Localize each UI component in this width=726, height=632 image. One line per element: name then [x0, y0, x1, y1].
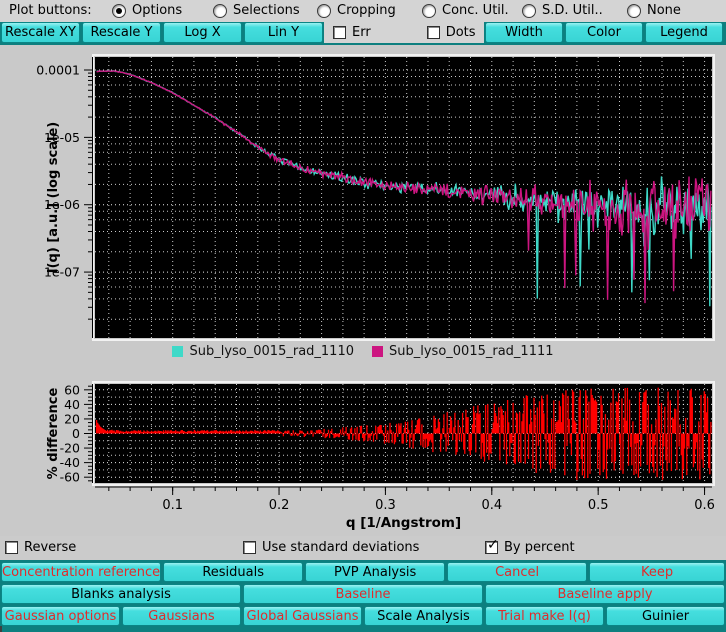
legend-label: Sub_lyso_0015_rad_1110: [189, 343, 354, 359]
err-dots-panel: Err Dots: [324, 22, 484, 43]
radio-label: Selections: [233, 3, 300, 18]
x-axis-title: q [1/Angstrom]: [346, 515, 461, 531]
gaussians-button[interactable]: Gaussians: [122, 606, 241, 626]
plot-panel: 0.0001 1e-05 1e-06 1e-07 I(q) [a.u.] (log sc…: [0, 45, 726, 536]
guinier-button[interactable]: Guinier: [606, 606, 725, 626]
y-tick-label: -60: [60, 470, 80, 485]
radio-button-cropping[interactable]: [317, 3, 331, 18]
global-gaussians-button[interactable]: Global Gaussians: [243, 606, 362, 626]
radio-label: Conc. Util.: [442, 3, 509, 18]
main-y-axis-title: I(q) [a.u.] (log scale): [46, 122, 61, 273]
y-tick-label: 0: [72, 426, 80, 441]
check-mark: ✓: [487, 537, 499, 553]
dots-checkbox-label: Dots: [445, 25, 476, 40]
radio-conc-util[interactable]: Conc. Util.: [422, 3, 509, 18]
width-button[interactable]: Width: [485, 22, 563, 43]
reverse-checkbox[interactable]: [5, 541, 18, 554]
scale-analysis-button[interactable]: Scale Analysis: [364, 606, 483, 626]
lin-y-button[interactable]: Lin Y: [244, 22, 323, 43]
y-tick-label: -20: [60, 441, 80, 456]
legend-button[interactable]: Legend: [645, 22, 723, 43]
legend-swatch: [172, 345, 184, 357]
somo-plot-window: Plot buttons: Options Selections Cropping C…: [0, 0, 726, 632]
baseline-apply-button[interactable]: Baseline apply: [485, 584, 725, 604]
by-percent-checkbox-label: By percent: [504, 540, 575, 555]
radio-none[interactable]: None: [627, 3, 681, 18]
reverse-checkbox-item[interactable]: Reverse: [5, 540, 76, 555]
legend-entry-sub-lyso-0015-rad-1110: Sub_lyso_0015_rad_1110: [172, 344, 354, 359]
action-row-3: Gaussian options Gaussians Global Gaussian…: [0, 606, 726, 626]
legend-entry-sub-lyso-0015-rad-1111: Sub_lyso_0015_rad_1111: [372, 344, 554, 359]
legend-swatch: [372, 345, 383, 357]
reverse-checkbox-label: Reverse: [24, 540, 77, 555]
y-tick-label: 20: [64, 411, 80, 426]
x-tick-label: 0.1: [162, 498, 183, 513]
x-tick-label: 0.6: [694, 498, 715, 513]
x-tick-label: 0.4: [481, 498, 502, 513]
radio-selected-dot: [116, 7, 122, 14]
by-percent-checkbox[interactable]: ✓: [485, 537, 499, 554]
use-standard-deviations-checkbox[interactable]: [243, 541, 256, 554]
action-button-rows: Concentration reference Residuals PVP Anal…: [0, 560, 726, 626]
rescale-y-button[interactable]: Rescale Y: [82, 22, 161, 43]
radio-button-conc-util[interactable]: [422, 3, 436, 18]
y-tick-label: 40: [64, 397, 80, 412]
dots-checkbox[interactable]: [426, 26, 440, 39]
keep-button[interactable]: Keep: [589, 562, 725, 582]
use-standard-deviations-checkbox-label: Use standard deviations: [262, 540, 420, 555]
pvp-analysis-button[interactable]: PVP Analysis: [305, 562, 446, 582]
dots-checkbox-item[interactable]: Dots: [426, 25, 476, 40]
action-row-1: Concentration reference Residuals PVP Anal…: [0, 562, 726, 582]
color-button[interactable]: Color: [565, 22, 643, 43]
log-x-button[interactable]: Log X: [163, 22, 242, 43]
err-checkbox-item[interactable]: Err: [333, 25, 371, 40]
err-checkbox-label: Err: [352, 25, 371, 40]
radio-label: None: [647, 3, 681, 18]
x-tick-label: 0.5: [588, 498, 609, 513]
err-checkbox[interactable]: [333, 26, 346, 39]
scattering-plots: 0.00011e-051e-061e-07I(q) [a.u.] (log sc…: [36, 54, 715, 531]
radio-options[interactable]: Options: [112, 3, 182, 18]
diff-y-axis-title: % difference: [46, 387, 61, 479]
radio-button-none[interactable]: [627, 3, 641, 18]
plot-legend: Sub_lyso_0015_rad_1110 Sub_lyso_0015_rad_…: [0, 341, 726, 361]
trial-make-i-q-button[interactable]: Trial make I(q): [485, 606, 604, 626]
radio-cropping[interactable]: Cropping: [317, 3, 396, 18]
radio-s-d-util[interactable]: S.D. Util..: [522, 3, 603, 18]
by-percent-checkbox-item[interactable]: ✓ By percent: [485, 537, 575, 555]
plot-buttons-label: Plot buttons:: [9, 3, 92, 18]
use-standard-deviations-checkbox-item[interactable]: Use standard deviations: [243, 540, 419, 555]
options-checkbox-row: Reverse Use standard deviations ✓ By percen…: [0, 536, 726, 560]
action-row-2: Blanks analysis Baseline Baseline apply: [0, 584, 726, 604]
radio-label: S.D. Util..: [542, 3, 603, 18]
concentration-reference-button[interactable]: Concentration reference: [1, 562, 162, 582]
x-tick-label: 0.3: [375, 498, 396, 513]
radio-selections[interactable]: Selections: [213, 3, 300, 18]
x-tick-label: 0.2: [269, 498, 290, 513]
residuals-button[interactable]: Residuals: [163, 562, 304, 582]
radio-button-options[interactable]: [112, 3, 126, 18]
baseline-button[interactable]: Baseline: [243, 584, 483, 604]
plot-buttons-row: Plot buttons: Options Selections Cropping C…: [0, 0, 726, 22]
rescale-xy-button[interactable]: Rescale XY: [1, 22, 80, 43]
gaussian-options-button[interactable]: Gaussian options: [1, 606, 120, 626]
radio-button-selections[interactable]: [213, 3, 227, 18]
legend-label: Sub_lyso_0015_rad_1111: [389, 343, 554, 359]
radio-button-s-d-util[interactable]: [522, 3, 536, 18]
radio-label: Cropping: [337, 3, 396, 18]
y-tick-label: 0.0001: [36, 63, 80, 78]
blanks-analysis-button[interactable]: Blanks analysis: [1, 584, 241, 604]
cancel-button[interactable]: Cancel: [447, 562, 588, 582]
radio-label: Options: [132, 3, 183, 18]
plot-controls-row: Rescale XY Rescale Y Log X Lin Y Err Dots Widt…: [0, 22, 726, 45]
y-tick-label: -40: [60, 455, 80, 470]
y-tick-label: 60: [64, 382, 80, 397]
